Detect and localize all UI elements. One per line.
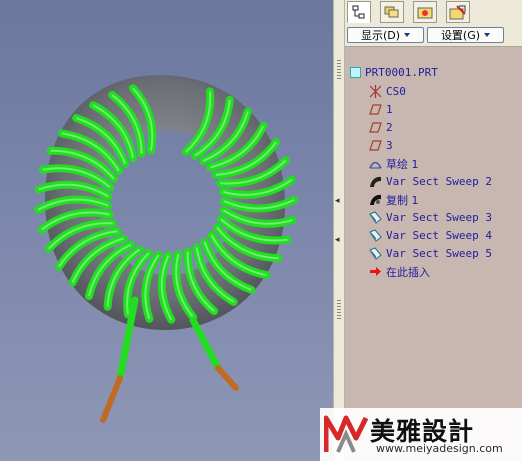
tree-root-label: PRT0001.PRT xyxy=(365,66,438,79)
tree-item-var-sect-sweep-5[interactable]: Var Sect Sweep 5 xyxy=(369,245,492,262)
splitter-grip xyxy=(337,60,341,80)
tab-layers[interactable] xyxy=(380,1,404,23)
tree-item-cs0[interactable]: CS0 xyxy=(369,83,406,100)
layers-icon xyxy=(384,6,399,18)
tree-item-label: 1 xyxy=(386,103,393,116)
graphics-viewport[interactable] xyxy=(0,0,333,461)
tree-item-label: 2 xyxy=(386,121,393,134)
watermark-url: www.meiyadesign.com xyxy=(376,442,503,455)
sketch-icon xyxy=(369,161,382,169)
tree-item-var-sect-sweep-3[interactable]: Var Sect Sweep 3 xyxy=(369,209,492,226)
tree-item-var-sect-sweep-2[interactable]: Var Sect Sweep 2 xyxy=(369,173,492,190)
show-dropdown-label: 显示(D) xyxy=(360,29,401,42)
tree-item-label: Var Sect Sweep 5 xyxy=(386,247,492,260)
datum-plane-icon xyxy=(369,140,382,151)
sweep-icon xyxy=(370,176,381,187)
watermark-m-logo-icon xyxy=(324,415,368,453)
tree-item-datum-3[interactable]: 3 xyxy=(369,137,393,154)
panel-splitter[interactable]: ◂ ◂ xyxy=(333,0,345,461)
settings-dropdown[interactable]: 设置(G) xyxy=(427,27,504,43)
model-tree-icon xyxy=(352,5,365,19)
copy-feature-icon xyxy=(370,194,381,205)
coordinate-system-icon xyxy=(369,85,382,98)
tree-item-label: Var Sect Sweep 4 xyxy=(386,229,492,242)
tree-item-sketch-1[interactable]: 草绘 1 xyxy=(369,155,419,172)
chevron-down-icon xyxy=(484,33,491,37)
navigator-tabs xyxy=(345,0,522,25)
expand-left-icon[interactable]: ◂ xyxy=(335,235,340,245)
insert-here-arrow-icon xyxy=(370,267,381,276)
tree-item-label: 草绘 1 xyxy=(386,157,419,171)
sweep-icon xyxy=(369,247,382,260)
lead-tip-right xyxy=(215,365,239,391)
navigator-panel: 显示(D) 设置(G) PRT0001.PRT CS0 1 2 3 草绘 1 V… xyxy=(345,0,522,461)
part-icon xyxy=(350,67,361,78)
sweep-icon xyxy=(369,211,382,224)
tree-root-part[interactable]: PRT0001.PRT xyxy=(350,64,438,81)
sweep-icon xyxy=(369,229,382,242)
tree-item-label: 3 xyxy=(386,139,393,152)
lead-tip-left xyxy=(100,375,123,423)
tree-item-datum-2[interactable]: 2 xyxy=(369,119,393,136)
tree-item-label: Var Sect Sweep 3 xyxy=(386,211,492,224)
watermark-logo: 美雅設計 www.meiyadesign.com xyxy=(320,408,522,461)
favorites-icon xyxy=(449,5,466,20)
tree-item-var-sect-sweep-4[interactable]: Var Sect Sweep 4 xyxy=(369,227,492,244)
collapse-left-icon[interactable]: ◂ xyxy=(335,196,340,206)
tree-item-copy-1[interactable]: 复制 1 xyxy=(369,191,419,208)
show-dropdown[interactable]: 显示(D) xyxy=(347,27,424,43)
chevron-down-icon xyxy=(404,33,411,37)
tree-item-insert-here[interactable]: 在此插入 xyxy=(369,263,430,280)
tab-model-tree[interactable] xyxy=(347,1,371,23)
datum-plane-icon xyxy=(369,104,382,115)
lead-wire-right xyxy=(189,316,222,372)
settings-dropdown-label: 设置(G) xyxy=(440,29,481,42)
tree-toolbar: 显示(D) 设置(G) xyxy=(345,24,522,47)
datum-plane-icon xyxy=(369,122,382,133)
folder-browser-icon xyxy=(417,7,433,19)
tree-item-datum-1[interactable]: 1 xyxy=(369,101,393,118)
toroid-coil-model[interactable] xyxy=(0,0,333,461)
tree-item-label: CS0 xyxy=(386,85,406,98)
splitter-grip xyxy=(337,300,341,320)
tree-item-label: 复制 1 xyxy=(386,193,419,207)
tree-item-label: Var Sect Sweep 2 xyxy=(386,175,492,188)
tab-folder-browser[interactable] xyxy=(413,1,437,23)
tab-favorites[interactable] xyxy=(446,1,470,23)
tree-item-label: 在此插入 xyxy=(386,265,430,279)
